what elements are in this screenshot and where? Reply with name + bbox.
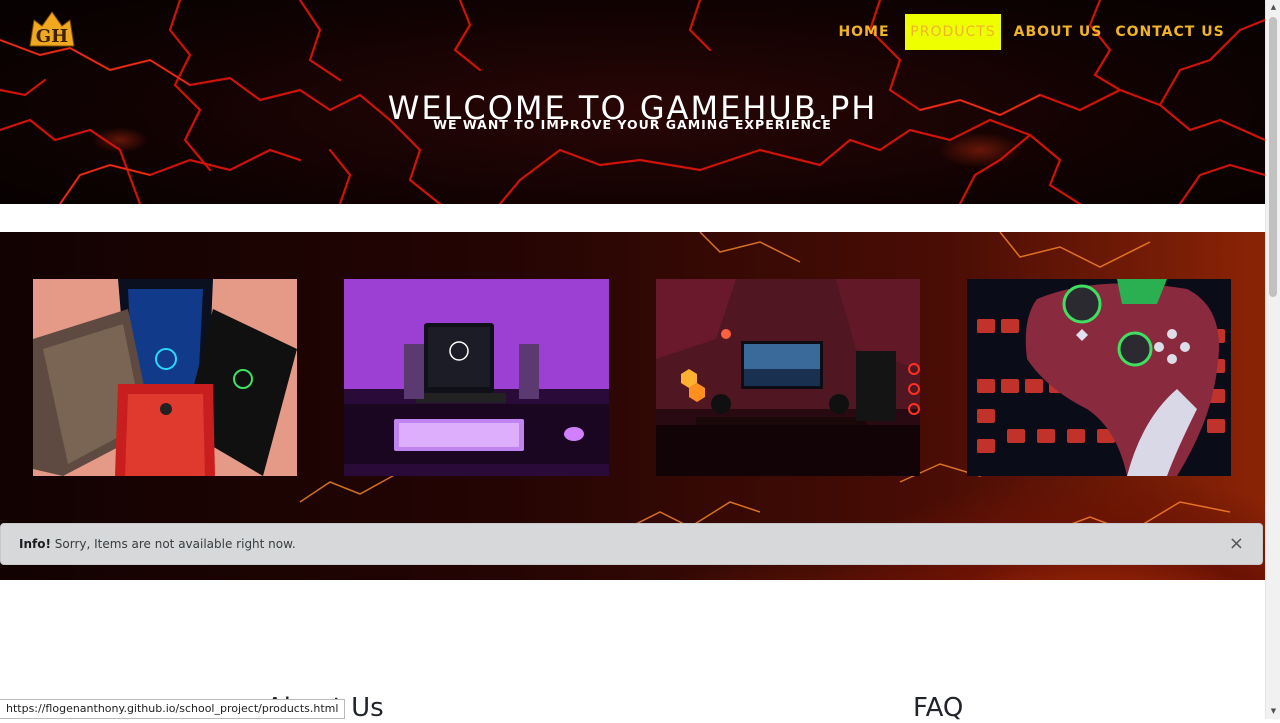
laptop-setup-image bbox=[344, 279, 609, 476]
page-scrollbar[interactable]: ▲ ▼ bbox=[1265, 0, 1280, 719]
product-image-phones[interactable] bbox=[33, 279, 297, 476]
scroll-up-arrow-icon[interactable]: ▲ bbox=[1266, 0, 1280, 15]
hero-subtitle: WE WANT TO IMPROVE YOUR GAMING EXPERIENC… bbox=[433, 117, 832, 132]
alert-strong-label: Info! bbox=[19, 537, 51, 551]
gaming-phones-image bbox=[33, 279, 297, 476]
product-image-laptop-setup[interactable] bbox=[344, 279, 609, 476]
pc-setup-image bbox=[656, 279, 920, 476]
hero-header: GH HOME PRODUCTS ABOUT US CONTACT US WEL… bbox=[0, 0, 1265, 204]
product-image-controller[interactable] bbox=[967, 279, 1231, 476]
scrollbar-thumb[interactable] bbox=[1269, 17, 1277, 297]
nav-products[interactable]: PRODUCTS bbox=[905, 14, 1001, 50]
scroll-down-arrow-icon[interactable]: ▼ bbox=[1266, 704, 1280, 719]
nav-contact-us[interactable]: CONTACT US bbox=[1115, 14, 1225, 50]
nav-home[interactable]: HOME bbox=[835, 14, 893, 50]
products-section: Info! Sorry, Items are not available rig… bbox=[0, 232, 1265, 580]
main-nav: HOME PRODUCTS ABOUT US CONTACT US bbox=[0, 14, 1265, 50]
controller-image bbox=[967, 279, 1231, 476]
status-bar-url: https://flogenanthony.github.io/school_p… bbox=[0, 699, 346, 719]
product-image-pc-setup[interactable] bbox=[656, 279, 920, 476]
alert-message: Sorry, Items are not available right now… bbox=[54, 537, 296, 551]
nav-about-us[interactable]: ABOUT US bbox=[1013, 14, 1103, 50]
info-alert: Info! Sorry, Items are not available rig… bbox=[0, 523, 1263, 565]
alert-close-button[interactable]: × bbox=[1229, 534, 1244, 554]
alert-text: Info! Sorry, Items are not available rig… bbox=[19, 537, 296, 551]
